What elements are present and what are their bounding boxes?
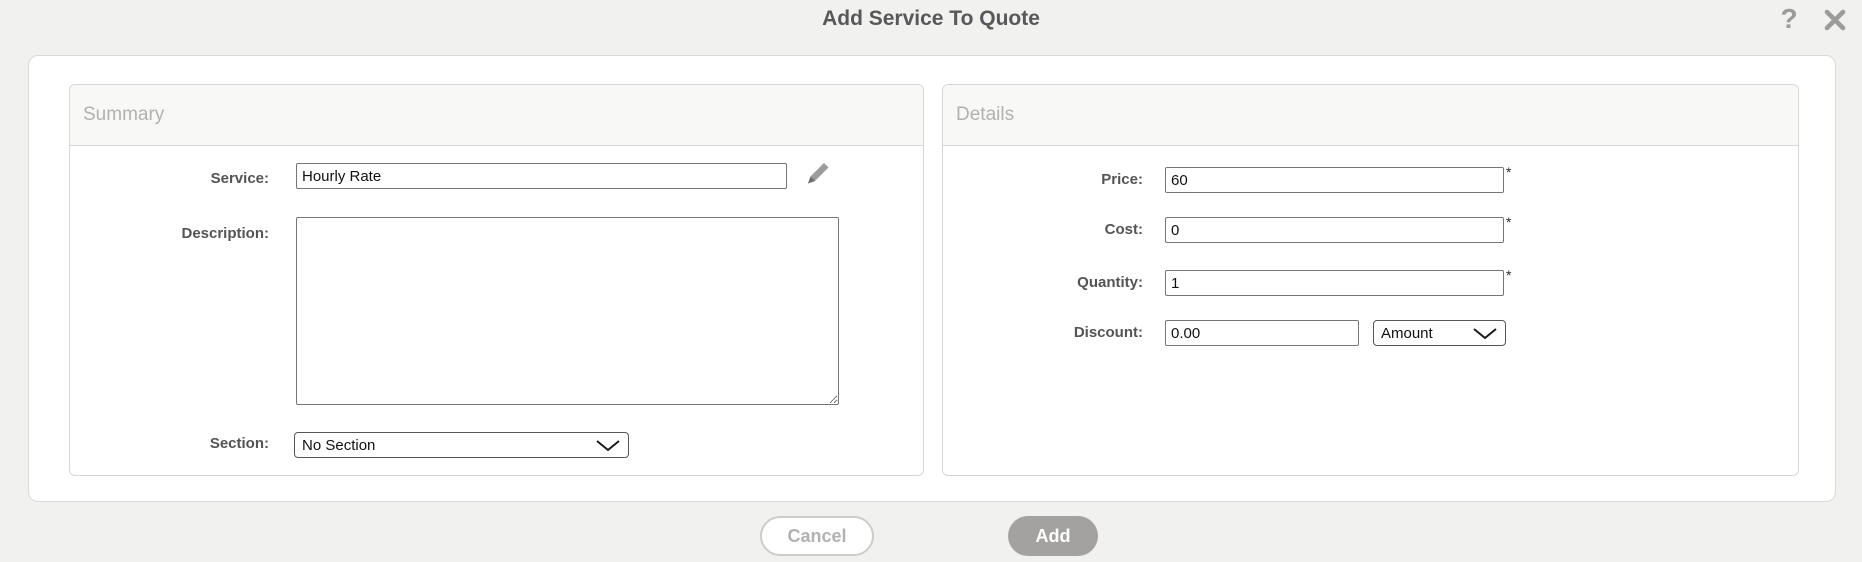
cancel-button-label: Cancel [787,525,847,546]
close-icon [1824,9,1846,31]
discount-input[interactable] [1165,320,1359,346]
details-panel-header: Details [943,85,1798,146]
quantity-input[interactable] [1165,270,1504,296]
price-required-marker: * [1506,164,1512,180]
quantity-required-marker: * [1506,267,1512,283]
section-select-value: No Section [302,436,376,454]
summary-panel-header: Summary [70,85,923,146]
discount-label: Discount: [1073,324,1143,341]
dialog-title: Add Service To Quote [822,7,1040,30]
chevron-down-icon [1473,327,1497,339]
quantity-label: Quantity: [1077,274,1143,291]
cancel-button[interactable]: Cancel [760,516,874,556]
section-label: Section: [209,435,269,452]
help-icon: ? [1780,3,1798,34]
summary-panel-body: Service: Description: Section: No Sectio… [70,146,923,476]
cost-input[interactable] [1165,217,1504,243]
price-input[interactable] [1165,167,1504,193]
add-button[interactable]: Add [1008,516,1098,556]
details-panel: Details Price: * Cost: * Quantity: * Dis… [942,84,1799,476]
price-label: Price: [1101,171,1143,188]
chevron-down-icon [596,439,620,451]
summary-panel: Summary Service: Description: Section: N… [69,84,924,476]
cost-label: Cost: [1104,221,1143,238]
edit-service-button[interactable] [800,156,836,192]
cost-required-marker: * [1506,214,1512,230]
help-button[interactable]: ? [1774,1,1804,37]
close-button[interactable] [1823,8,1847,32]
service-label: Service: [210,170,269,187]
add-service-dialog: Add Service To Quote ? Summary Service: [0,0,1862,562]
dialog-body: Summary Service: Description: Section: N… [28,55,1836,502]
pencil-icon [808,163,829,184]
description-textarea[interactable] [296,217,839,405]
description-label: Description: [181,225,269,242]
details-panel-body: Price: * Cost: * Quantity: * Discount: A… [943,146,1798,476]
add-button-label: Add [1035,525,1071,546]
service-input[interactable] [296,163,787,189]
discount-type-select-value: Amount [1381,324,1433,342]
section-select[interactable]: No Section [294,432,629,458]
discount-type-select[interactable]: Amount [1373,320,1506,346]
